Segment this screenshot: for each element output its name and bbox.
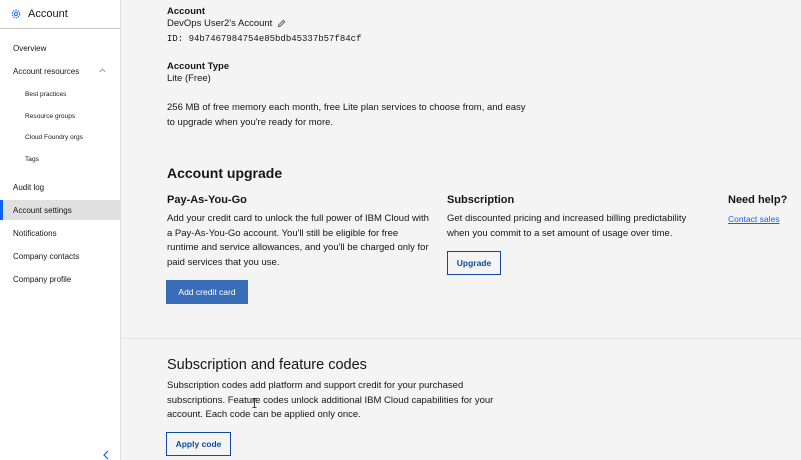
sidebar: Account Overview Account resources Best …	[0, 0, 121, 460]
sidebar-item-company-profile[interactable]: Company profile	[0, 269, 120, 289]
account-name: DevOps User2's Account	[167, 18, 273, 29]
sidebar-item-label: Account settings	[13, 205, 72, 215]
account-id: ID: 94b7467984754e85bdb45337b57f84cf	[167, 34, 362, 44]
contact-sales-link[interactable]: Contact sales	[728, 214, 780, 224]
sidebar-item-label: Audit log	[13, 182, 45, 192]
codes-line-3: account. Each code can be applied only o…	[167, 409, 361, 420]
upgrade-button[interactable]: Upgrade	[447, 251, 501, 275]
sidebar-item-label: Company profile	[13, 274, 72, 284]
account-type-value: Lite (Free)	[167, 73, 211, 84]
need-help-title: Need help?	[728, 194, 788, 206]
sidebar-item-label: Overview	[13, 43, 47, 53]
apply-code-button[interactable]: Apply code	[166, 432, 231, 456]
add-credit-card-button[interactable]: Add credit card	[166, 280, 248, 304]
payg-line-1: Add your credit card to unlock the full …	[167, 213, 429, 224]
edit-pencil-icon[interactable]	[277, 19, 286, 28]
sidebar-item-label: Cloud Foundry orgs	[25, 133, 83, 141]
subscription-title: Subscription	[447, 194, 515, 206]
subscription-line-2: when you commit to a set amount of usage…	[447, 228, 673, 239]
subscription-line-1: Get discounted pricing and increased bil…	[447, 213, 687, 224]
account-description-line-1: 256 MB of free memory each month, free L…	[167, 102, 526, 113]
payg-line-4: paid services that you use.	[167, 257, 280, 268]
account-description-line-2: to upgrade when you're ready for more.	[167, 117, 334, 128]
sidebar-item-audit-log[interactable]: Audit log	[0, 177, 120, 197]
sidebar-footer	[0, 450, 120, 460]
codes-line-2: subscriptions. Feature codes unlock addi…	[167, 395, 494, 406]
sidebar-item-notifications[interactable]: Notifications	[0, 223, 120, 243]
sidebar-header[interactable]: Account	[0, 0, 120, 29]
text-cursor-icon	[252, 398, 257, 408]
account-type-heading: Account Type	[167, 61, 230, 72]
main-content: Account DevOps User2's Account ID: 94b74…	[121, 0, 801, 460]
sidebar-item-company-contacts[interactable]: Company contacts	[0, 246, 120, 266]
chevron-left-icon[interactable]	[102, 450, 110, 460]
sidebar-item-cloud-foundry-orgs[interactable]: Cloud Foundry orgs	[0, 127, 120, 147]
sidebar-item-label: Best practices	[25, 90, 67, 98]
sidebar-item-label: Notifications	[13, 228, 57, 238]
sidebar-item-label: Account resources	[13, 66, 80, 76]
payg-line-3: runtime and service allowances, and you'…	[167, 242, 429, 253]
section-divider	[121, 338, 801, 339]
chevron-up-icon	[99, 68, 106, 73]
sidebar-item-overview[interactable]: Overview	[0, 38, 120, 58]
sidebar-item-label: Resource groups	[25, 112, 76, 120]
sidebar-item-resource-groups[interactable]: Resource groups	[0, 106, 120, 126]
sidebar-title: Account	[28, 8, 68, 20]
account-upgrade-heading: Account upgrade	[167, 165, 283, 181]
sidebar-item-account-settings[interactable]: Account settings	[0, 200, 120, 220]
sidebar-item-best-practices[interactable]: Best practices	[0, 84, 120, 104]
codes-heading: Subscription and feature codes	[167, 357, 367, 373]
account-heading: Account	[167, 6, 205, 17]
sidebar-item-tags[interactable]: Tags	[0, 149, 120, 169]
payg-title: Pay-As-You-Go	[167, 194, 247, 206]
codes-line-1: Subscription codes add platform and supp…	[167, 380, 464, 391]
payg-line-2: a Pay-As-You-Go account. You'll still be…	[167, 228, 399, 239]
sidebar-item-label: Company contacts	[13, 251, 80, 261]
sidebar-item-label: Tags	[25, 155, 39, 163]
sidebar-item-account-resources[interactable]: Account resources	[0, 61, 120, 81]
gear-icon	[11, 9, 21, 19]
